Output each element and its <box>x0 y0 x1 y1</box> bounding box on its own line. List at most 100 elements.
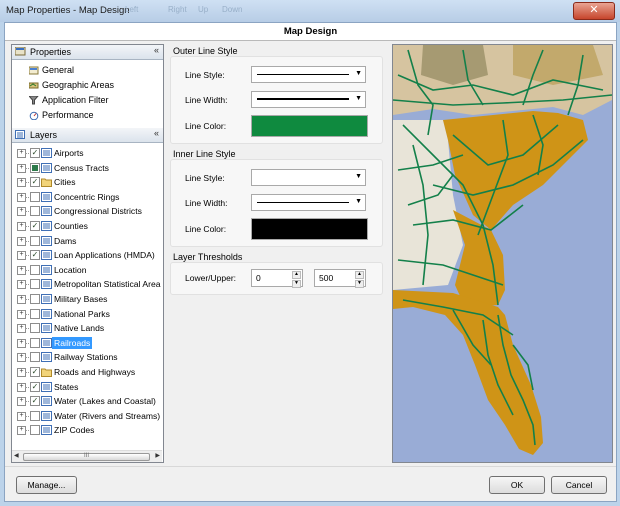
stepper-up-icon[interactable]: ▲ <box>292 271 301 279</box>
outer-line-width-dropdown[interactable]: ▼ <box>251 91 366 108</box>
layer-row-airports[interactable]: + ✓ Airports <box>12 146 162 160</box>
inner-line-style-label: Line Style: <box>185 173 225 183</box>
layer-row-military-bases[interactable]: + Military Bases <box>12 292 162 306</box>
layer-row-water-rivers-and-streams[interactable]: + Water (Rivers and Streams) <box>12 409 162 423</box>
layer-row-dams[interactable]: + Dams <box>12 234 162 248</box>
properties-panel-header[interactable]: Properties « <box>12 45 163 60</box>
layer-label: Counties <box>54 221 88 231</box>
cancel-button[interactable]: Cancel <box>551 476 607 494</box>
layer-checkbox[interactable]: ✓ <box>30 250 40 261</box>
lower-upper-label: Lower/Upper: <box>185 273 237 283</box>
layers-panel-header[interactable]: Layers « <box>12 128 163 143</box>
layer-checkbox[interactable] <box>30 294 40 304</box>
tree-connector <box>25 386 29 388</box>
inner-line-width-label: Line Width: <box>185 198 228 208</box>
layer-label: Metropolitan Statistical Area <box>54 279 161 290</box>
layer-row-zip-codes[interactable]: + ZIP Codes <box>12 423 162 437</box>
map-preview[interactable] <box>392 44 613 463</box>
layer-icon <box>41 235 52 246</box>
close-button[interactable]: ✕ <box>573 2 615 20</box>
scroll-thumb[interactable]: III <box>23 453 150 461</box>
layer-row-water-lakes-and-coastal[interactable]: + ✓ Water (Lakes and Coastal) <box>12 394 162 408</box>
layer-checkbox[interactable] <box>30 323 40 334</box>
collapse-properties-icon[interactable]: « <box>154 45 159 55</box>
layer-checkbox[interactable] <box>30 206 40 217</box>
layer-checkbox[interactable] <box>30 191 40 202</box>
window-title: Map Properties - Map Design <box>6 5 130 16</box>
stepper-down-icon[interactable]: ▼ <box>355 280 364 288</box>
dialog-client-area: Map Design Properties « General Geograph… <box>4 22 617 502</box>
scroll-left-icon[interactable]: ◀ <box>14 451 19 462</box>
layer-icon <box>41 381 52 392</box>
layer-checkbox[interactable]: ✓ <box>30 367 40 377</box>
layer-row-loan-applications-hmda[interactable]: + ✓ Loan Applications (HMDA) <box>12 248 162 262</box>
inner-line-style-title: Inner Line Style <box>173 149 236 159</box>
layer-row-census-tracts[interactable]: + Census Tracts <box>12 161 162 175</box>
layer-row-cities[interactable]: + ✓ Cities <box>12 175 162 189</box>
properties-panel-title: Properties <box>30 47 72 57</box>
properties-item-geographic-areas[interactable]: Geographic Areas <box>12 78 163 93</box>
outer-line-color-swatch[interactable] <box>251 115 368 137</box>
stepper-down-icon[interactable]: ▼ <box>292 280 301 288</box>
layer-checkbox[interactable] <box>30 352 40 363</box>
layer-checkbox[interactable] <box>30 410 40 421</box>
layer-row-roads-and-highways[interactable]: + ✓ Roads and Highways <box>12 365 162 379</box>
horizontal-scrollbar[interactable]: ◀ III ▶ <box>12 450 162 462</box>
layer-label: ZIP Codes <box>54 425 95 436</box>
layer-checkbox[interactable]: ✓ <box>30 148 40 158</box>
layer-row-states[interactable]: + ✓ States <box>12 380 162 394</box>
layer-checkbox[interactable] <box>30 425 40 436</box>
properties-item-general[interactable]: General <box>12 63 163 78</box>
chevron-down-icon: ▼ <box>355 70 362 77</box>
layer-thresholds-group: Layer Thresholds Lower/Upper: 0 ▲ ▼ 500 ▲… <box>170 252 383 297</box>
properties-item-application-filter[interactable]: Application Filter <box>12 93 163 108</box>
tree-connector <box>25 313 29 315</box>
inner-line-width-dropdown[interactable]: ▼ <box>251 194 366 211</box>
layer-checkbox[interactable] <box>30 308 40 319</box>
properties-item-performance[interactable]: Performance <box>12 108 163 123</box>
layer-icon <box>41 352 52 363</box>
properties-item-label: Application Filter <box>42 95 109 105</box>
tree-connector <box>25 196 29 198</box>
layer-checkbox[interactable] <box>30 337 40 348</box>
lower-threshold-stepper[interactable]: 0 ▲ ▼ <box>251 269 303 288</box>
outer-line-style-dropdown[interactable]: ▼ <box>251 66 366 83</box>
chevron-down-icon: ▼ <box>355 173 362 180</box>
tree-connector <box>25 357 29 359</box>
inner-line-color-swatch[interactable] <box>251 218 368 240</box>
layer-checkbox[interactable]: ✓ <box>30 396 40 407</box>
map-properties-window: Map Properties - Map Design Left Right U… <box>0 0 620 506</box>
tree-connector <box>25 153 29 154</box>
layer-row-national-parks[interactable]: + National Parks <box>12 307 162 321</box>
layer-row-native-lands[interactable]: + Native Lands <box>12 321 162 335</box>
layer-checkbox[interactable]: ✓ <box>30 177 40 188</box>
layer-icon <box>41 191 52 202</box>
layer-checkbox[interactable] <box>30 162 40 173</box>
layer-checkbox[interactable] <box>30 279 40 290</box>
ok-button[interactable]: OK <box>489 476 545 494</box>
layer-row-railroads[interactable]: + Railroads <box>12 336 162 350</box>
title-bar: Map Properties - Map Design Left Right U… <box>0 0 620 22</box>
tree-connector <box>25 211 29 213</box>
collapse-layers-icon[interactable]: « <box>154 128 159 138</box>
layer-row-concentric-rings[interactable]: + Concentric Rings <box>12 190 162 204</box>
upper-threshold-stepper[interactable]: 500 ▲ ▼ <box>314 269 366 288</box>
layer-checkbox[interactable]: ✓ <box>30 221 40 231</box>
layer-label: Concentric Rings <box>54 191 120 202</box>
stepper-up-icon[interactable]: ▲ <box>355 271 364 279</box>
inner-line-style-dropdown[interactable]: ▼ <box>251 169 366 186</box>
layer-row-location[interactable]: + Location <box>12 263 162 277</box>
layer-label: Dams <box>54 235 77 246</box>
layer-checkbox[interactable]: ✓ <box>30 381 40 392</box>
layer-checkbox[interactable] <box>30 264 40 275</box>
layer-row-railway-stations[interactable]: + Railway Stations <box>12 350 162 364</box>
layer-row-counties[interactable]: + ✓ Counties <box>12 219 162 233</box>
layer-checkbox[interactable] <box>30 235 40 246</box>
scroll-right-icon[interactable]: ▶ <box>155 451 160 462</box>
layer-icon <box>41 425 52 436</box>
line-preview <box>257 74 349 75</box>
layer-row-metropolitan-statistical-area[interactable]: + Metropolitan Statistical Area <box>12 277 162 291</box>
layer-icon <box>41 396 52 407</box>
layer-row-congressional-districts[interactable]: + Congressional Districts <box>12 204 162 218</box>
manage-button[interactable]: Manage... <box>16 476 77 494</box>
